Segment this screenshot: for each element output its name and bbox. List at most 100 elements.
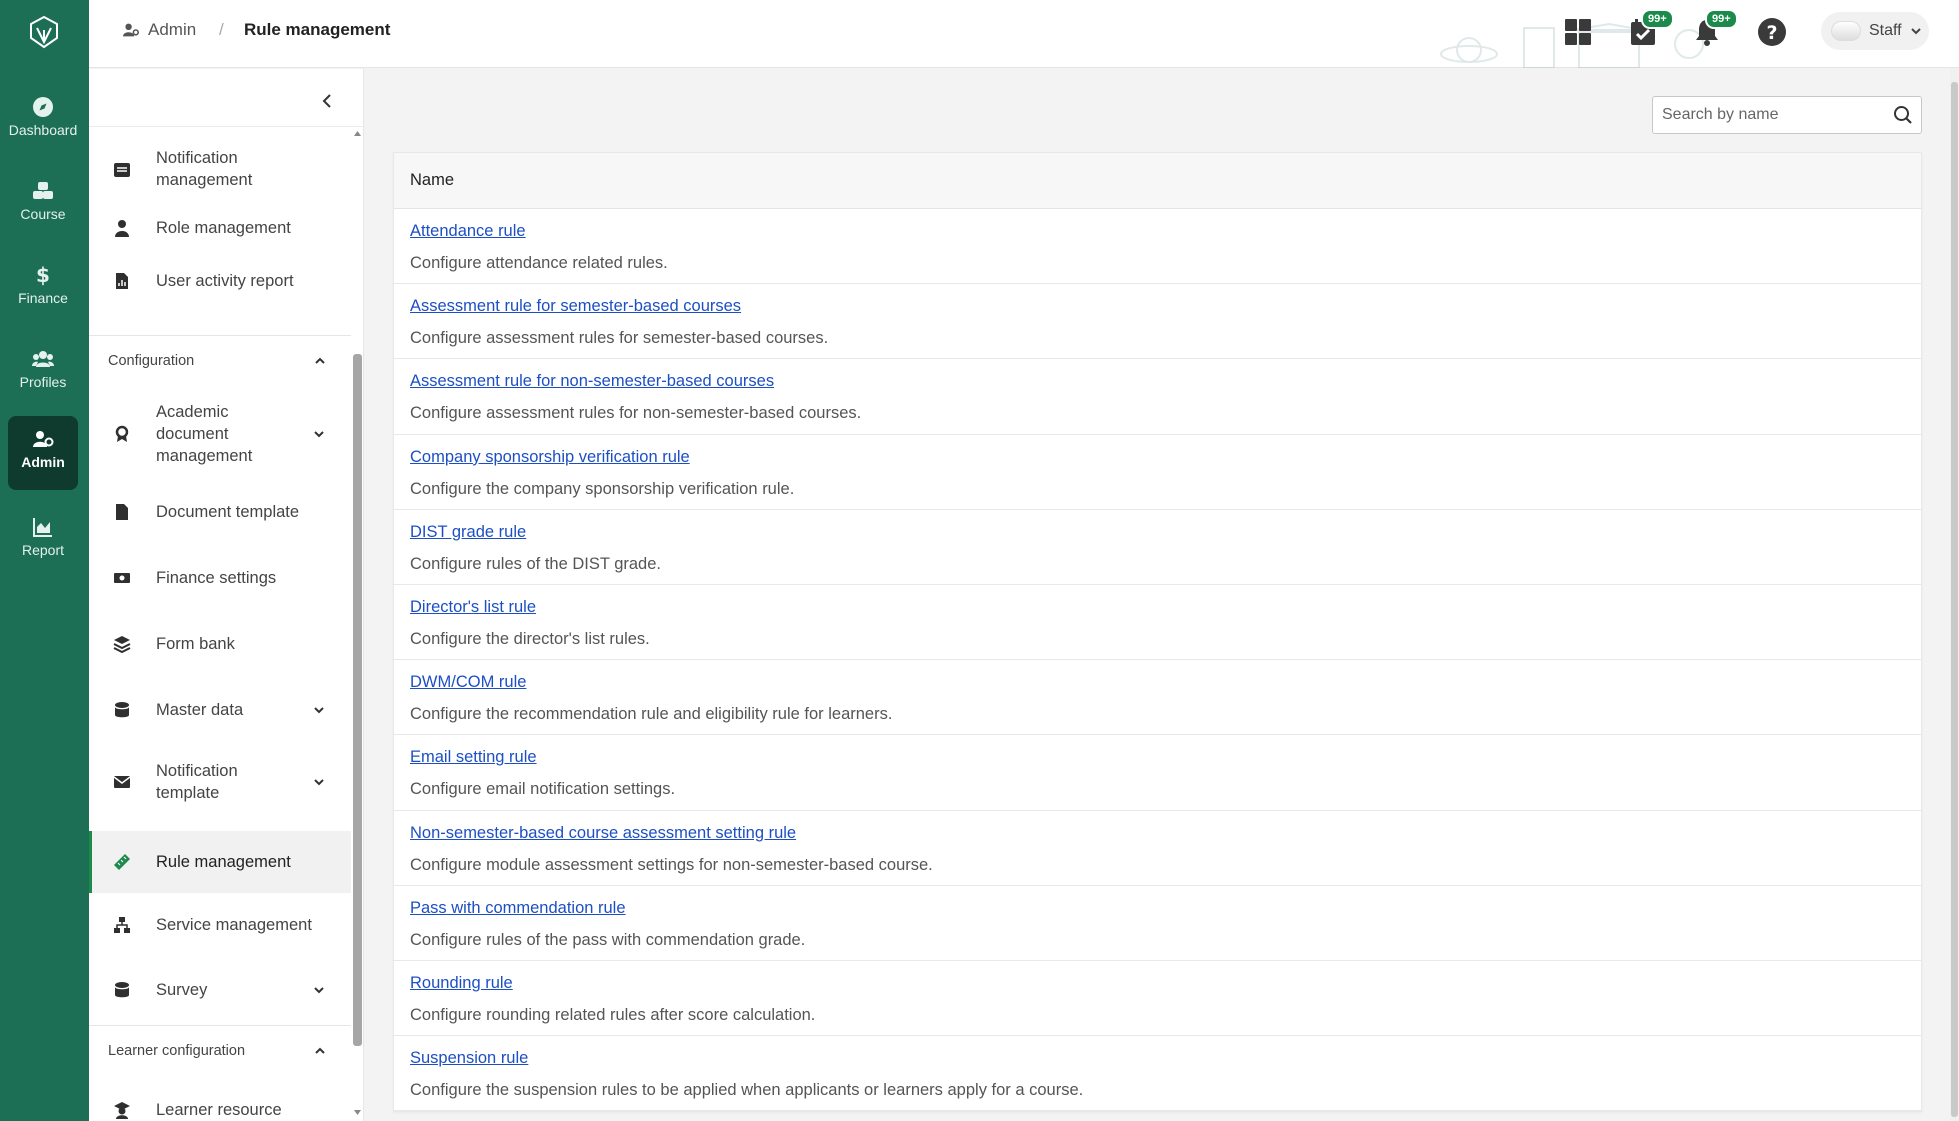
rule-link[interactable]: Pass with commendation rule [410, 897, 626, 919]
rule-link[interactable]: Email setting rule [410, 746, 537, 768]
menu-item-label: Master data [156, 701, 244, 719]
rule-description: Configure the company sponsorship verifi… [410, 479, 795, 498]
user-gear-icon [33, 431, 54, 447]
rule-description: Configure module assessment settings for… [410, 855, 933, 874]
menu-item-notification-template[interactable]: Notification template [89, 743, 351, 821]
money-icon [114, 573, 130, 583]
database-icon [115, 982, 129, 998]
rule-link[interactable]: DIST grade rule [410, 521, 526, 543]
menu-item-learner-resource[interactable]: Learner resource [89, 1079, 351, 1121]
chevron-left-icon[interactable] [315, 89, 339, 113]
breadcrumb-separator: / [219, 20, 224, 39]
menu-item-master-data[interactable]: Master data [89, 677, 351, 743]
menu-item-survey[interactable]: Survey [89, 957, 351, 1023]
rule-link[interactable]: Suspension rule [410, 1047, 528, 1069]
menu-item-label: Document template [156, 503, 300, 521]
rail-item-admin[interactable]: Admin [8, 416, 78, 490]
app-logo-icon[interactable] [27, 14, 61, 50]
rail-item-label: Course [20, 206, 66, 222]
page-title: Rule management [244, 20, 391, 39]
rule-link[interactable]: Assessment rule for non-semester-based c… [410, 370, 774, 392]
rail-item-label: Finance [18, 290, 68, 306]
user-gear-icon [123, 23, 139, 37]
layers-icon [113, 636, 131, 653]
file-chart-icon [116, 273, 128, 289]
user-menu-button[interactable]: Staff [1821, 12, 1929, 50]
rule-link[interactable]: Assessment rule for semester-based cours… [410, 295, 741, 317]
chevron-down-icon [314, 707, 324, 714]
chevron-up-icon [315, 1047, 325, 1054]
users-icon [32, 351, 54, 367]
award-icon [115, 425, 129, 442]
rail-item-label: Admin [21, 454, 65, 470]
table-row: Attendance rule Configure attendance rela… [394, 209, 1921, 285]
inbox-icon [114, 163, 130, 177]
menu-item-label: Learner resource [156, 1101, 282, 1119]
rule-description: Configure email notification settings. [410, 780, 676, 799]
menu-item-label: User activity report [156, 272, 294, 290]
rule-link[interactable]: Attendance rule [410, 220, 526, 242]
page-scroll-thumb[interactable] [1951, 82, 1958, 1117]
rule-link[interactable]: Non-semester-based course assessment set… [410, 822, 796, 844]
rule-description: Configure assessment rules for non-semes… [410, 404, 862, 423]
rail-item-dashboard[interactable]: Dashboard [8, 84, 78, 158]
rule-description: Configure rules of the DIST grade. [410, 554, 661, 573]
menu-item-rule-management[interactable]: Rule management [89, 831, 351, 893]
rule-description: Configure the director's list rules. [410, 629, 650, 648]
menu-item-user-activity-report[interactable]: User activity report [89, 253, 351, 309]
rule-link[interactable]: DWM/COM rule [410, 671, 526, 693]
notifications-badge: 99+ [1705, 9, 1738, 29]
rule-link[interactable]: Company sponsorship verification rule [410, 446, 690, 468]
graduate-icon [114, 1102, 130, 1119]
rail-item-course[interactable]: Course [8, 168, 78, 242]
rail-item-profiles[interactable]: Profiles [8, 336, 78, 410]
menu-item-service-management[interactable]: Service management [89, 893, 351, 957]
rail-item-label: Profiles [19, 374, 67, 390]
chevron-down-icon [314, 431, 324, 438]
main-nav-rail: Dashboard Course $ Finance Profiles Admi… [0, 0, 89, 1121]
table-row: DIST grade rule Configure rules of the DI… [394, 510, 1921, 585]
menu-item-label: Finance settings [156, 569, 277, 587]
table-row: Company sponsorship verification rule Con… [394, 435, 1921, 510]
rail-item-finance[interactable]: $ Finance [8, 252, 78, 326]
section-title: Learner configuration [108, 1043, 246, 1059]
notifications-button[interactable]: 99+ [1693, 9, 1738, 47]
tasks-button[interactable]: 99+ [1629, 9, 1674, 47]
chevron-up-icon [315, 357, 325, 364]
menu-item-role-management[interactable]: Role management [89, 203, 351, 253]
divider [89, 335, 351, 336]
menu-item-label: Academic document management [156, 403, 253, 465]
chevron-down-icon [314, 987, 324, 994]
apps-grid-icon[interactable] [1563, 17, 1593, 47]
scroll-up-icon[interactable] [354, 130, 361, 137]
menu-item-notification-management[interactable]: Notification management [89, 137, 351, 203]
table-header-name: Name [394, 153, 1921, 209]
menu-item-finance-settings[interactable]: Finance settings [89, 545, 351, 611]
menu-item-label: Service management [156, 916, 312, 934]
search-input[interactable] [1652, 96, 1922, 134]
menu-item-document-template[interactable]: Document template [89, 479, 351, 545]
help-icon[interactable]: ? [1757, 17, 1787, 47]
rule-link[interactable]: Rounding rule [410, 972, 513, 994]
menu-item-form-bank[interactable]: Form bank [89, 611, 351, 677]
envelope-icon [113, 776, 131, 788]
ruler-icon [114, 854, 130, 870]
rail-item-label: Report [21, 542, 65, 558]
submenu-scroll-thumb[interactable] [353, 354, 362, 1046]
sitemap-icon [114, 917, 130, 933]
menu-item-label: Notification template [156, 762, 238, 802]
scroll-down-icon[interactable] [354, 1109, 361, 1116]
rule-link[interactable]: Director's list rule [410, 596, 536, 618]
breadcrumb-admin[interactable]: Admin [122, 20, 196, 40]
divider [89, 1025, 351, 1026]
section-configuration[interactable]: Configuration [89, 337, 351, 387]
menu-item-academic-document-management[interactable]: Academic document management [89, 389, 351, 479]
svg-text:$: $ [36, 264, 50, 286]
section-learner-configuration[interactable]: Learner configuration [89, 1027, 351, 1077]
avatar [1831, 21, 1861, 41]
file-icon [116, 504, 128, 520]
divider [89, 126, 363, 127]
rail-item-report[interactable]: Report [8, 504, 78, 578]
menu-item-label: Notification management [156, 149, 253, 189]
table-row: Pass with commendation rule Configure rul… [394, 886, 1921, 961]
